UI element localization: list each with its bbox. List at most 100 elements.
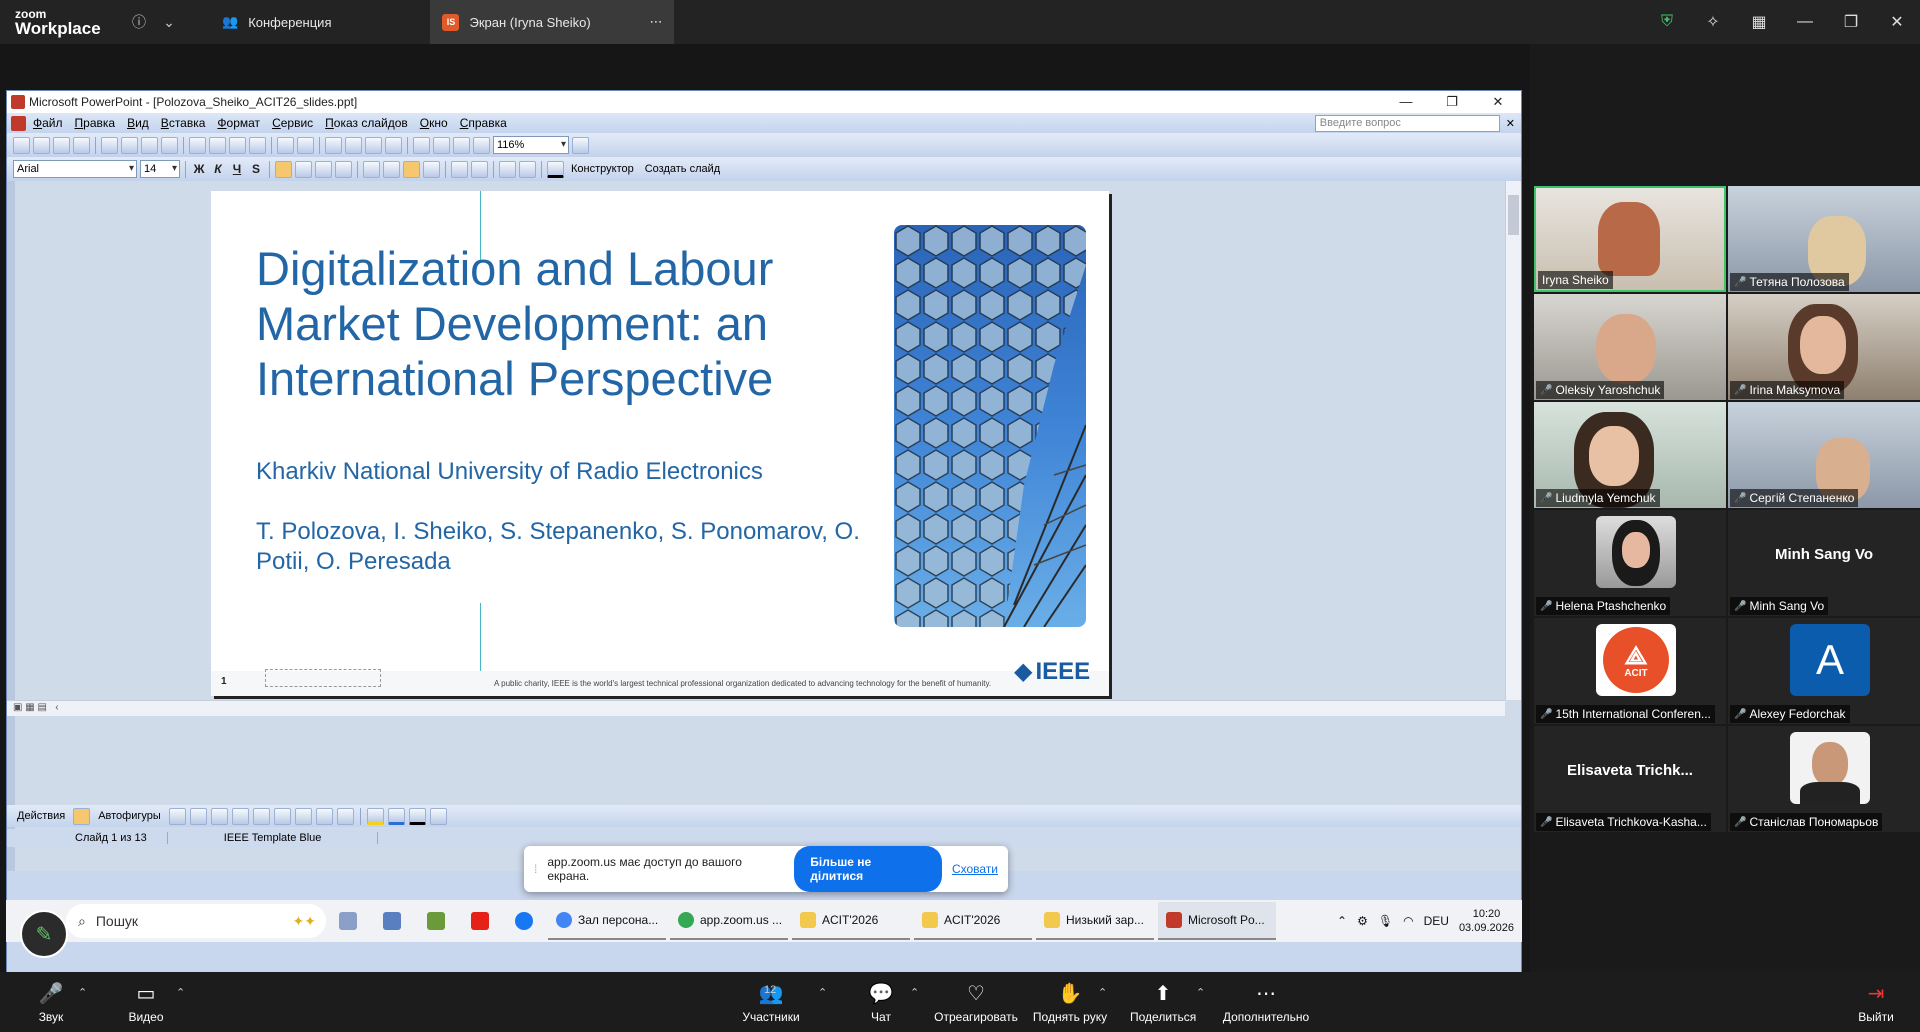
microphone-icon[interactable]: 🎙 <box>1378 914 1393 928</box>
tray-app-icon[interactable]: ⚙ <box>1357 914 1368 928</box>
text-direction-icon[interactable] <box>403 160 420 178</box>
tray-chevron-icon[interactable]: ⌃ <box>1337 914 1347 928</box>
wifi-icon[interactable]: ◠ <box>1403 914 1413 928</box>
spelling-icon[interactable] <box>141 136 158 154</box>
audio-options-caret[interactable]: ⌃ <box>78 986 87 999</box>
slide-authors[interactable]: T. Polozova, I. Sheiko, S. Stepanenko, S… <box>256 517 886 577</box>
ppt-restore-icon[interactable]: ❐ <box>1429 94 1475 110</box>
font-color-icon[interactable] <box>547 160 564 178</box>
participant-tile[interactable]: 🎤 Irina Maksymova <box>1728 294 1920 400</box>
slide-university[interactable]: Kharkiv National University of Radio Ele… <box>256 458 763 486</box>
view-buttons-bar[interactable]: ▣ ▦ ▤ ‹ <box>7 700 1505 716</box>
undo-icon[interactable] <box>277 136 294 154</box>
numbering-icon[interactable] <box>363 160 380 178</box>
zoom-select[interactable]: 116% <box>493 136 569 154</box>
drag-handle-icon[interactable]: ⁞ <box>534 862 537 876</box>
permission-icon[interactable] <box>73 136 90 154</box>
leave-button[interactable]: ⇥ Выйти <box>1856 982 1896 1024</box>
layout-icon[interactable]: ▦ <box>1736 12 1782 32</box>
insert-chart-icon[interactable] <box>325 136 342 154</box>
arrow-tool-icon[interactable] <box>189 807 207 825</box>
decrease-font-icon[interactable] <box>471 160 488 178</box>
actions-menu[interactable]: Действия <box>13 810 69 822</box>
participant-tile[interactable]: A 🎤 Alexey Fedorchak <box>1728 618 1920 724</box>
participant-tile[interactable]: 🎤 Сергій Степаненко <box>1728 402 1920 508</box>
youtube-icon[interactable] <box>471 912 489 930</box>
info-icon[interactable]: ⓘ <box>128 11 150 33</box>
shadow-button[interactable]: S <box>248 162 264 176</box>
chat-options-caret[interactable]: ⌃ <box>910 986 919 999</box>
print-preview-icon[interactable] <box>121 136 138 154</box>
slide-1[interactable]: Digitalization and Labour Market Develop… <box>211 191 1109 696</box>
more-button[interactable]: ⋯ Дополнительно <box>1220 982 1312 1024</box>
copy-icon[interactable] <box>209 136 226 154</box>
increase-indent-icon[interactable] <box>519 160 536 178</box>
participant-tile[interactable]: 🎤 Oleksiy Yaroshchuk <box>1534 294 1726 400</box>
menu-insert[interactable]: Вставка <box>156 116 211 130</box>
ppt-minimize-icon[interactable]: — <box>1383 94 1429 110</box>
chevron-down-icon[interactable]: ⌄ <box>158 11 180 33</box>
taskbar-app-icon-2[interactable] <box>383 912 401 930</box>
taskbar-task-4[interactable]: ACIT'2026 <box>914 902 1032 940</box>
taskbar-task-5[interactable]: Низький зар... <box>1036 902 1154 940</box>
participant-tile[interactable]: 🎤 Liudmyla Yemchuk <box>1534 402 1726 508</box>
taskbar-task-6[interactable]: Microsoft Po... <box>1158 902 1276 940</box>
text-color-icon[interactable] <box>408 807 426 825</box>
participants-button[interactable]: 👥 12 Участники <box>736 982 806 1024</box>
autoshapes-menu[interactable]: Автофигуры <box>94 810 165 822</box>
facebook-icon[interactable] <box>515 912 533 930</box>
decrease-indent-icon[interactable] <box>499 160 516 178</box>
paste-icon[interactable] <box>229 136 246 154</box>
oval-tool-icon[interactable] <box>231 807 249 825</box>
share-options-caret[interactable]: ⌃ <box>1196 986 1205 999</box>
chat-button[interactable]: 💬 Чат <box>866 982 896 1024</box>
annotate-pen-button[interactable]: ✎ <box>20 910 68 958</box>
taskbar-task-2[interactable]: app.zoom.us ... <box>670 902 788 940</box>
participant-tile[interactable]: Iryna Sheiko <box>1534 186 1726 292</box>
wordart-icon[interactable] <box>273 807 291 825</box>
grid-icon[interactable] <box>453 136 470 154</box>
taskbar-app-icon-1[interactable] <box>339 912 357 930</box>
video-button[interactable]: ▭ Видео <box>126 982 166 1024</box>
audio-button[interactable]: 🎤 Звук <box>34 982 68 1024</box>
participant-tile[interactable]: Minh Sang Vo 🎤 Minh Sang Vo <box>1728 510 1920 616</box>
line-color-icon[interactable] <box>387 807 405 825</box>
justify-icon[interactable] <box>335 160 352 178</box>
tables-borders-icon[interactable] <box>365 136 382 154</box>
participant-tile[interactable]: 🎤 Станіслав Пономарьов <box>1728 726 1920 832</box>
show-formatting-icon[interactable] <box>433 136 450 154</box>
menu-help[interactable]: Справка <box>455 116 512 130</box>
new-icon[interactable] <box>13 136 30 154</box>
help-icon[interactable] <box>572 136 589 154</box>
raise-hand-options-caret[interactable]: ⌃ <box>1098 986 1107 999</box>
align-left-icon[interactable] <box>275 160 292 178</box>
react-button[interactable]: ♡ Отреагировать <box>934 982 1018 1024</box>
date-placeholder[interactable] <box>265 669 381 687</box>
rtl-icon[interactable] <box>423 160 440 178</box>
research-icon[interactable] <box>161 136 178 154</box>
document-icon[interactable] <box>11 115 26 131</box>
open-icon[interactable] <box>33 136 50 154</box>
clipart-icon[interactable] <box>315 807 333 825</box>
color-grayscale-icon[interactable] <box>473 136 490 154</box>
menu-format[interactable]: Формат <box>212 116 265 130</box>
language-indicator[interactable]: DEU <box>1424 914 1449 928</box>
clock[interactable]: 10:20 03.09.2026 <box>1459 907 1514 935</box>
more-options-icon[interactable]: ⋯ <box>649 14 662 30</box>
participant-tile[interactable]: Elisaveta Trichk... 🎤 Elisaveta Trichkova… <box>1534 726 1726 832</box>
expand-all-icon[interactable] <box>413 136 430 154</box>
taskbar-app-icon-3[interactable] <box>427 912 445 930</box>
video-options-caret[interactable]: ⌃ <box>176 986 185 999</box>
insert-table-icon[interactable] <box>345 136 362 154</box>
line-tool-icon[interactable] <box>168 807 186 825</box>
increase-font-icon[interactable] <box>451 160 468 178</box>
slide-title[interactable]: Digitalization and Labour Market Develop… <box>256 241 816 406</box>
insert-hyperlink-icon[interactable] <box>385 136 402 154</box>
menu-slideshow[interactable]: Показ слайдов <box>320 116 413 130</box>
vertical-scrollbar[interactable] <box>1505 181 1521 700</box>
participant-tile[interactable]: ⟁ ACIT 🎤 15th International Conferen... <box>1534 618 1726 724</box>
restore-icon[interactable]: ❐ <box>1828 12 1874 32</box>
new-slide-button[interactable]: Создать слайд <box>641 163 724 175</box>
bullets-icon[interactable] <box>383 160 400 178</box>
select-pointer-icon[interactable] <box>73 807 91 825</box>
